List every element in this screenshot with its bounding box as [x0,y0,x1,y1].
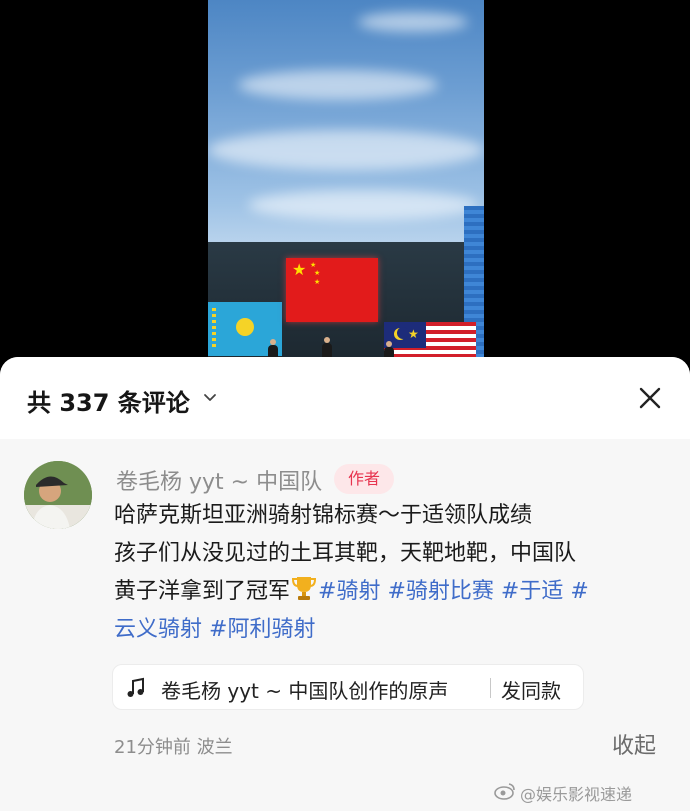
trophy-icon [292,577,317,600]
watermark-text: @娱乐影视速递 [520,785,633,804]
weibo-logo-icon [494,783,515,800]
comment-body: 哈萨克斯坦亚洲骑射锦标赛～于适领队成绩 孩子们从没见过的土耳其靶，天靶地靶，中国… [114,497,674,649]
cloud [358,12,468,32]
close-icon[interactable] [636,384,664,412]
comments-sheet: 共 337 条评论 卷毛杨 yyt ~ 中国队 作者 哈萨克斯坦亚洲骑射锦标赛～… [0,357,690,811]
comment-line: 黄子洋拿到了冠军 [114,579,291,604]
collapse-button[interactable]: 收起 [612,728,656,760]
comment-line: 孩子们从没见过的土耳其靶，天靶地靶，中国队 [114,541,577,566]
sound-title: 卷毛杨 yyt ~ 中国队创作的原声 [161,679,449,703]
malaysia-flag: ★ [384,322,476,362]
video-player[interactable]: ★ ★ ★ ★ ★ [208,0,484,370]
hashtag-link[interactable]: #骑射 [318,579,380,604]
avatar[interactable] [24,461,92,529]
cloud [248,190,478,220]
hashtag-link[interactable]: # [570,579,588,604]
watermark: @娱乐影视速递 [494,781,633,805]
cloud [208,130,484,170]
comment-meta: 21分钟前 波兰 [114,737,233,758]
divider [490,678,491,698]
comments-header: 共 337 条评论 [0,357,690,439]
comment-line: 哈萨克斯坦亚洲骑射锦标赛～于适领队成绩 [114,503,533,528]
original-sound-chip[interactable]: 卷毛杨 yyt ~ 中国队创作的原声 发同款 [112,664,584,710]
hashtag-link[interactable]: #阿利骑射 [209,617,315,642]
hashtag-link[interactable]: 云义骑射 [114,617,202,642]
comment-username[interactable]: 卷毛杨 yyt ~ 中国队 [116,464,322,496]
cloud [238,70,438,100]
chevron-down-icon[interactable] [203,391,217,405]
music-note-icon [127,677,144,697]
hashtag-link[interactable]: #于适 [501,579,563,604]
use-sound-button[interactable]: 发同款 [501,675,561,704]
hashtag-link[interactable]: #骑射比赛 [387,579,493,604]
china-flag: ★ ★ ★ ★ [286,258,378,322]
comment-count-title[interactable]: 共 337 条评论 [27,383,190,418]
author-badge: 作者 [334,464,394,494]
